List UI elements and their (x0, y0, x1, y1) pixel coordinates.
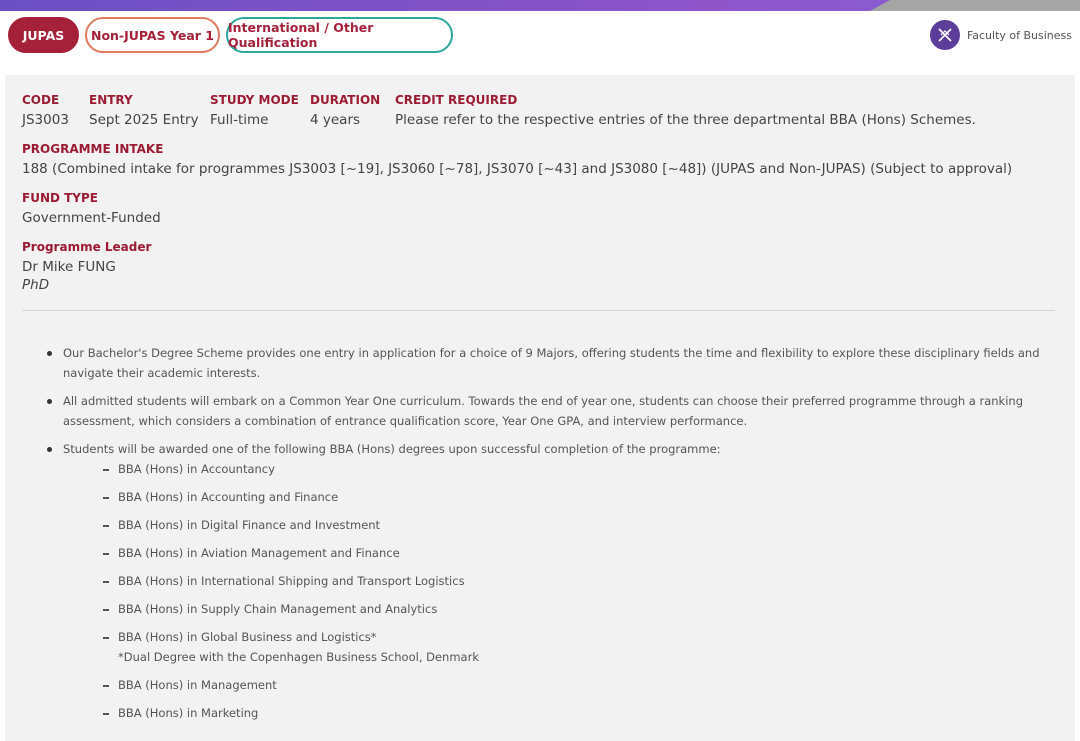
credit-value: Please refer to the respective entries o… (395, 112, 976, 128)
admission-tabs: JUPAS Non-JUPAS Year 1 International / O… (8, 17, 459, 53)
degree-item-dual: BBA (Hons) in Global Business and Logist… (103, 627, 1055, 667)
code-value: JS3003 (22, 112, 69, 128)
programme-leader-name: Dr Mike FUNG (22, 259, 116, 275)
tab-jupas[interactable]: JUPAS (8, 17, 79, 53)
top-bar-purple (0, 0, 890, 11)
duration-label: DURATION (310, 93, 381, 107)
degree-item: BBA (Hons) in Marketing (103, 703, 1055, 723)
top-color-bar (0, 0, 1080, 11)
degree-item: BBA (Hons) in Aviation Management and Fi… (103, 543, 1055, 563)
degree-item: BBA (Hons) in Supply Chain Management an… (103, 599, 1055, 619)
intake-label: PROGRAMME INTAKE (22, 142, 164, 156)
entry-value: Sept 2025 Entry (89, 112, 199, 128)
list-item: All admitted students will embark on a C… (45, 391, 1055, 431)
degree-item: BBA (Hons) in International Shipping and… (103, 571, 1055, 591)
degree-item: BBA (Hons) in Digital Finance and Invest… (103, 515, 1055, 535)
tab-non-jupas-year-1[interactable]: Non-JUPAS Year 1 (85, 17, 220, 53)
duration-value: 4 years (310, 112, 361, 128)
faculty-badge[interactable]: Faculty of Business (929, 20, 1072, 50)
fund-type-label: FUND TYPE (22, 191, 98, 205)
degree-item-text: BBA (Hons) in Global Business and Logist… (118, 630, 377, 644)
list-item-text: Students will be awarded one of the foll… (63, 442, 721, 456)
study-mode-value: Full-time (210, 112, 269, 128)
list-item: Our Bachelor's Degree Scheme provides on… (45, 343, 1055, 383)
tab-international-other[interactable]: International / Other Qualification (226, 17, 453, 53)
section-divider (22, 310, 1055, 311)
programme-leader-title: PhD (22, 277, 50, 293)
top-bar-grey (870, 0, 1080, 11)
intake-value: 188 (Combined intake for programmes JS30… (22, 161, 1013, 177)
credit-label: CREDIT REQUIRED (395, 93, 518, 107)
dual-degree-note: *Dual Degree with the Copenhagen Busines… (118, 650, 479, 664)
degree-list: BBA (Hons) in Accountancy BBA (Hons) in … (63, 459, 1055, 723)
degree-item: BBA (Hons) in Management (103, 675, 1055, 695)
degree-item: BBA (Hons) in Accounting and Finance (103, 487, 1055, 507)
programme-leader-label: Programme Leader (22, 240, 152, 254)
fund-type-value: Government-Funded (22, 210, 161, 226)
faculty-name: Faculty of Business (966, 28, 1072, 42)
programme-description-list: Our Bachelor's Degree Scheme provides on… (45, 343, 1055, 731)
study-mode-label: STUDY MODE (210, 93, 299, 107)
entry-label: ENTRY (89, 93, 133, 107)
faculty-logo-icon (929, 20, 960, 50)
degree-item: BBA (Hons) in Accountancy (103, 459, 1055, 479)
code-label: CODE (22, 93, 60, 107)
list-item: Students will be awarded one of the foll… (45, 439, 1055, 723)
